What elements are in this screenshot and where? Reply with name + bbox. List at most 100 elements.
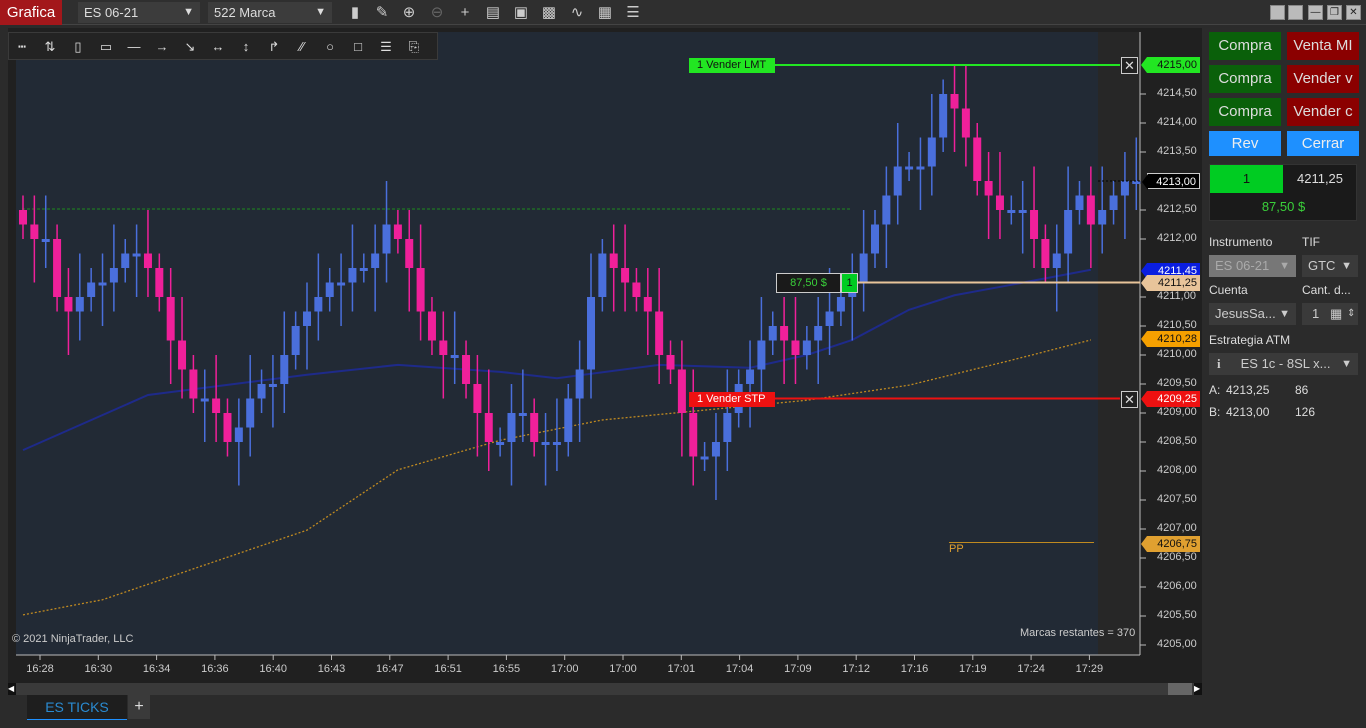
buy-limit-button[interactable]: Compra bbox=[1209, 65, 1281, 93]
atm-strategy-dropdown[interactable]: i ES 1c - 8SL x... ▼ bbox=[1209, 353, 1358, 375]
region-highlight-y-icon[interactable]: ▯ bbox=[68, 37, 88, 57]
price-tick-label: 4208,00 bbox=[1157, 464, 1197, 476]
candle-down bbox=[984, 181, 993, 196]
spinner-icon[interactable]: ⇕ bbox=[1347, 303, 1355, 325]
time-label: 16:30 bbox=[84, 663, 113, 675]
candle-down bbox=[643, 297, 652, 312]
sell-market-button[interactable]: Venta MI bbox=[1287, 32, 1359, 60]
stop-order-label[interactable]: 1 Vender STP bbox=[689, 391, 775, 407]
candle-up bbox=[1120, 181, 1129, 196]
ray-icon[interactable]: → bbox=[152, 37, 172, 57]
candle-up bbox=[109, 268, 118, 283]
buy-market-button[interactable]: Compra bbox=[1209, 32, 1281, 60]
horizontal-scrollbar[interactable]: ◀ ▶ bbox=[8, 683, 1202, 695]
angled-line-icon[interactable]: ↱ bbox=[264, 37, 284, 57]
limit-order-label[interactable]: 1 Vender LMT bbox=[689, 58, 775, 73]
scroll-thumb[interactable] bbox=[1168, 683, 1192, 695]
candle-down bbox=[393, 224, 402, 239]
instrument-label: Instrumento bbox=[1209, 235, 1273, 249]
candle-up bbox=[325, 282, 334, 297]
candle-up bbox=[552, 442, 561, 445]
candle-up bbox=[905, 166, 914, 170]
text-icon[interactable]: ⎘ bbox=[404, 37, 424, 57]
line-icon[interactable]: — bbox=[124, 37, 144, 57]
arrow-line-icon[interactable]: ↘ bbox=[180, 37, 200, 57]
candle-down bbox=[655, 311, 664, 355]
candle-down bbox=[1030, 210, 1039, 239]
time-label: 17:12 bbox=[842, 663, 870, 675]
candle-down bbox=[427, 311, 436, 341]
risk-reward-icon[interactable]: ⇅ bbox=[40, 37, 60, 57]
candle-down bbox=[621, 268, 630, 283]
candle-up bbox=[234, 427, 243, 442]
candle-up bbox=[41, 239, 50, 242]
stop-order-cancel-icon[interactable]: ✕ bbox=[1121, 390, 1138, 408]
price-tick-label: 4206,50 bbox=[1157, 551, 1197, 563]
time-label: 17:24 bbox=[1017, 663, 1045, 675]
time-label: 16:28 bbox=[26, 663, 54, 675]
sell-stop-button[interactable]: Vender c bbox=[1287, 98, 1359, 126]
add-tab-button[interactable]: + bbox=[128, 695, 150, 719]
tab-es-ticks[interactable]: ES TICKS bbox=[27, 695, 127, 720]
candle-up bbox=[314, 297, 323, 312]
region-highlight-x-icon[interactable]: ▭ bbox=[96, 37, 116, 57]
calculator-icon[interactable]: ▦ bbox=[1330, 303, 1342, 325]
ask-label: A: bbox=[1209, 383, 1221, 397]
candle-up bbox=[1052, 253, 1061, 268]
ruler-icon[interactable]: ┅ bbox=[12, 37, 32, 57]
candle-up bbox=[98, 282, 107, 286]
account-dropdown[interactable]: JesusSa... ▼ bbox=[1209, 303, 1296, 325]
extended-line-icon[interactable]: ↔ bbox=[208, 37, 228, 57]
price-tick-label: 4209,50 bbox=[1157, 377, 1197, 389]
candle-up bbox=[825, 311, 834, 326]
vertical-line-icon[interactable]: ↕ bbox=[236, 37, 256, 57]
parallel-lines-icon[interactable]: ∕∕ bbox=[292, 37, 312, 57]
time-label: 17:16 bbox=[900, 663, 929, 675]
candle-down bbox=[950, 94, 959, 109]
tif-dropdown[interactable]: GTC ▼ bbox=[1302, 255, 1358, 277]
pivot-label: PP bbox=[949, 543, 964, 555]
scroll-left-icon[interactable]: ◀ bbox=[8, 683, 16, 695]
candle-down bbox=[791, 340, 800, 355]
candle-up bbox=[450, 355, 459, 358]
candle-down bbox=[64, 297, 73, 312]
candle-up bbox=[371, 253, 380, 268]
candle-down bbox=[973, 137, 982, 181]
candle-up bbox=[348, 268, 357, 283]
candle-up bbox=[518, 413, 527, 416]
info-icon[interactable]: i bbox=[1217, 356, 1221, 371]
candle-down bbox=[609, 253, 618, 268]
rectangle-icon[interactable]: □ bbox=[348, 37, 368, 57]
candle-up bbox=[802, 340, 811, 355]
price-tick-label: 4207,00 bbox=[1157, 522, 1197, 534]
candle-down bbox=[995, 195, 1004, 210]
position-qty: 1 bbox=[1210, 165, 1283, 193]
account-value: JesusSa... bbox=[1215, 306, 1276, 321]
candle-down bbox=[416, 268, 425, 312]
reverse-button[interactable]: Rev bbox=[1209, 131, 1281, 156]
price-tick-label: 4209,00 bbox=[1157, 406, 1197, 418]
instrument-value: ES 06-21 bbox=[1215, 258, 1270, 273]
fibonacci-icon[interactable]: ☰ bbox=[376, 37, 396, 57]
candle-up bbox=[200, 398, 209, 402]
candle-up bbox=[132, 253, 141, 257]
price-tick-label: 4214,00 bbox=[1157, 116, 1197, 128]
limit-order-cancel-icon[interactable]: ✕ bbox=[1121, 57, 1138, 74]
candle-up bbox=[246, 398, 255, 428]
candle-up bbox=[507, 413, 516, 442]
quantity-stepper[interactable]: 1 ▦ ⇕ bbox=[1302, 303, 1358, 325]
drawing-toolbar: ┅ ⇅ ▯ ▭ — → ↘ ↔ ↕ ↱ ∕∕ ○ □ ☰ ⎘ bbox=[8, 32, 438, 60]
candle-down bbox=[530, 413, 539, 442]
close-position-button[interactable]: Cerrar bbox=[1287, 131, 1359, 156]
buy-stop-button[interactable]: Compra bbox=[1209, 98, 1281, 126]
tif-label: TIF bbox=[1302, 235, 1320, 249]
candle-up bbox=[711, 442, 720, 457]
candle-down bbox=[677, 369, 686, 413]
position-qty-label[interactable]: 1 bbox=[841, 272, 858, 293]
candle-up bbox=[1064, 210, 1073, 254]
position-pnl: 87,50 $ bbox=[1261, 199, 1306, 214]
scroll-right-icon[interactable]: ▶ bbox=[1194, 683, 1202, 695]
ellipse-icon[interactable]: ○ bbox=[320, 37, 340, 57]
candle-up bbox=[257, 384, 266, 399]
sell-limit-button[interactable]: Vender v bbox=[1287, 65, 1359, 93]
